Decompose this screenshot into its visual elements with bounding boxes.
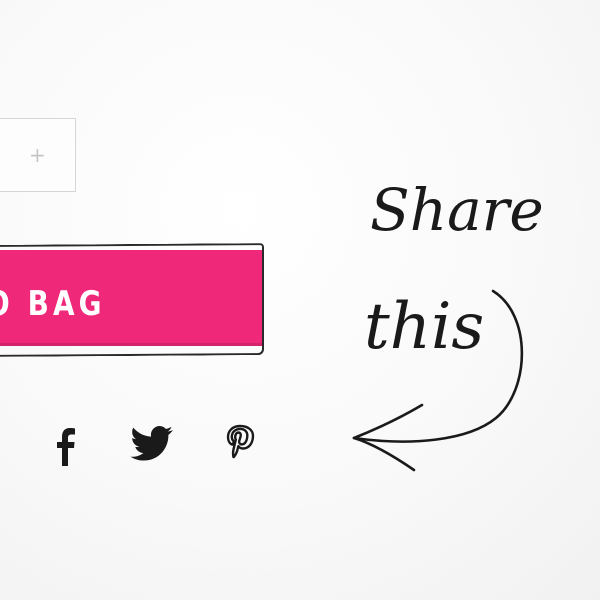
pinterest-icon bbox=[226, 424, 255, 459]
add-to-bag-button[interactable]: O BAG bbox=[0, 250, 262, 346]
share-facebook-button[interactable] bbox=[42, 420, 90, 468]
quantity-selector: + bbox=[0, 118, 76, 192]
share-pinterest-button[interactable] bbox=[216, 420, 264, 468]
share-this-annotation: Share this bbox=[352, 176, 544, 472]
add-to-bag-label: O BAG bbox=[0, 284, 106, 324]
share-twitter-button[interactable] bbox=[128, 420, 176, 468]
annotation-this-text: this bbox=[364, 290, 484, 364]
add-to-bag-container: O BAG bbox=[0, 242, 268, 357]
annotation-share-text: Share bbox=[370, 176, 544, 244]
twitter-icon bbox=[130, 426, 173, 461]
facebook-icon bbox=[57, 428, 75, 466]
quantity-increment-button[interactable]: + bbox=[29, 141, 46, 169]
